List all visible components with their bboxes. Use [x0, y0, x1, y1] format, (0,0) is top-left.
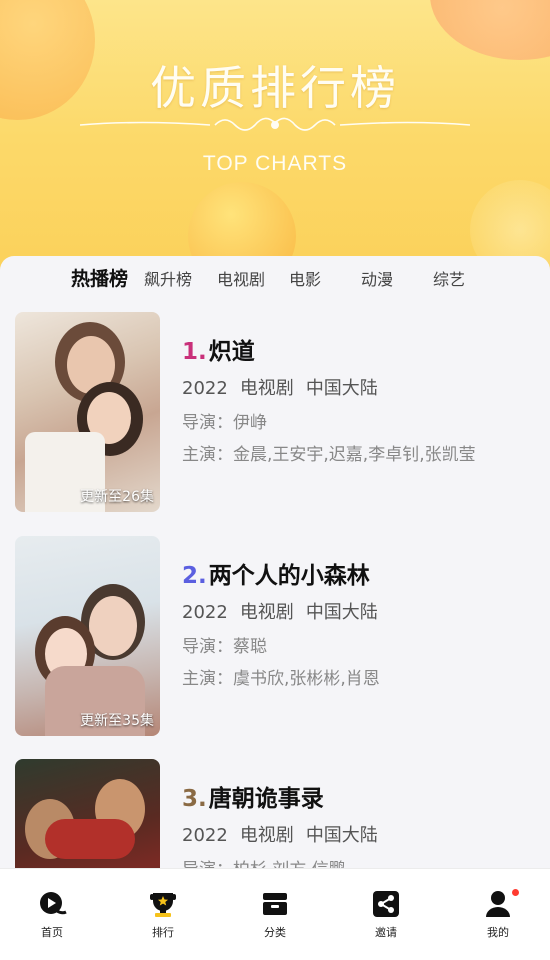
decor-bubble [430, 0, 550, 60]
tab-movie[interactable]: 电影 [289, 266, 321, 290]
nav-label: 排行 [152, 926, 174, 939]
nav-category[interactable]: 分类 [240, 889, 310, 940]
item-meta: 2022 电视剧 中国大陆 [182, 821, 390, 847]
list-item[interactable]: 3.唐朝诡事录 2022 电视剧中国大陆 导演：柏杉,刘方,信鹏 [0, 759, 550, 868]
nav-label: 邀请 [375, 926, 397, 939]
nav-ranking[interactable]: 排行 [128, 889, 198, 940]
notification-dot [512, 889, 519, 896]
item-title[interactable]: 2.两个人的小森林 [182, 556, 370, 590]
banner-title: 优质排行榜 [150, 61, 400, 115]
poster-image[interactable]: 更新至35集 [15, 536, 160, 736]
title-text: 两个人的小森林 [208, 563, 370, 589]
cast: 主演：虞书欣,张彬彬,肖恩 [182, 669, 380, 689]
title-text: 炽道 [208, 339, 255, 365]
cast: 主演：金晨,王安宇,迟嘉,李卓钊,张凯莹 [182, 445, 476, 465]
item-meta: 2022 电视剧 中国大陆 [182, 374, 390, 400]
year: 2022 [182, 378, 228, 399]
bottom-nav: 首页 排行 分类 邀请 我的 [0, 868, 550, 960]
region: 中国大陆 [305, 825, 378, 846]
rank-number: 1. [182, 339, 207, 365]
genre: 电视剧 [239, 825, 294, 846]
rank-number: 3. [182, 786, 207, 812]
tab-tv[interactable]: 电视剧 [217, 266, 265, 290]
nav-label: 首页 [41, 926, 63, 939]
ranking-tabs: 热播榜 飙升榜 电视剧 电影 动漫 综艺 [0, 256, 550, 300]
trophy-icon [148, 889, 178, 919]
poster-image[interactable] [15, 759, 160, 868]
episode-badge: 更新至35集 [80, 713, 154, 729]
region: 中国大陆 [305, 378, 378, 399]
home-play-icon [37, 889, 67, 919]
nav-label: 分类 [264, 926, 286, 939]
nav-mine[interactable]: 我的 [463, 889, 533, 940]
nav-label: 我的 [487, 926, 509, 939]
director: 导演：柏杉,刘方,信鹏 [182, 855, 346, 868]
list-item[interactable]: 更新至35集 2.两个人的小森林 2022 电视剧 中国大陆 导演：蔡聪 主演：虞书… [0, 536, 550, 741]
list-item[interactable]: 更新至26集 1.炽道 2022 电视剧 中国大陆 导演：伊峥 主演：金晨,王安宇,… [0, 312, 550, 517]
director: 导演：蔡聪 [182, 637, 267, 657]
title-text: 唐朝诡事录 [208, 786, 324, 812]
nav-invite[interactable]: 邀请 [351, 889, 421, 940]
region: 中国大陆 [305, 602, 378, 623]
director: 导演：伊峥 [182, 413, 267, 433]
item-title[interactable]: 3.唐朝诡事录 [182, 779, 324, 813]
tab-anime[interactable]: 动漫 [361, 266, 393, 290]
poster-image[interactable]: 更新至26集 [15, 312, 160, 512]
tab-rising[interactable]: 飙升榜 [144, 266, 192, 290]
ranking-panel: 热播榜 飙升榜 电视剧 电影 动漫 综艺 更新至26集 1.炽道 2022 电视剧… [0, 256, 550, 868]
user-icon [483, 889, 519, 919]
top-charts-banner: 优质排行榜 TOP CHARTS [0, 0, 550, 275]
episode-badge: 更新至26集 [80, 489, 154, 505]
tab-variety[interactable]: 综艺 [433, 266, 465, 290]
item-title[interactable]: 1.炽道 [182, 332, 255, 366]
genre: 电视剧 [239, 602, 294, 623]
item-meta: 2022 电视剧 中国大陆 [182, 598, 390, 624]
ornament-divider [80, 117, 470, 131]
banner-subtitle: TOP CHARTS [202, 152, 348, 175]
nav-home[interactable]: 首页 [17, 889, 87, 940]
year: 2022 [182, 825, 228, 846]
share-icon [371, 889, 401, 919]
category-box-icon [260, 889, 290, 919]
year: 2022 [182, 602, 228, 623]
tab-hot[interactable]: 热播榜 [71, 264, 128, 291]
genre: 电视剧 [239, 378, 294, 399]
rank-number: 2. [182, 563, 207, 589]
